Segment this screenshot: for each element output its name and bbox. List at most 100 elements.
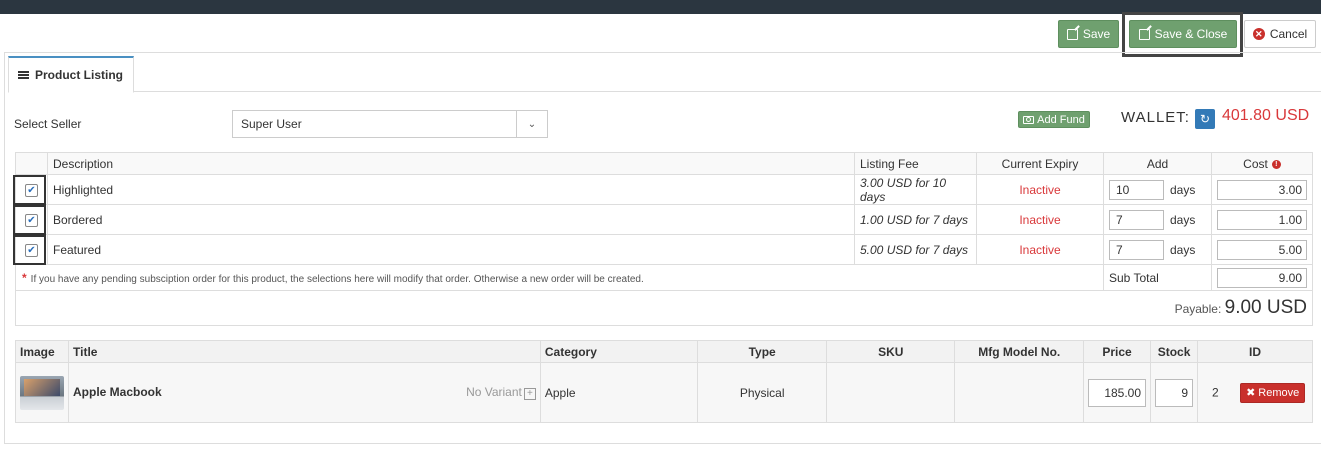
tab-product-listing[interactable]: Product Listing	[8, 56, 134, 93]
wallet-amount: 401.80 USD	[1222, 107, 1310, 124]
header-listing-fee: Listing Fee	[854, 152, 977, 175]
fee-description: Bordered	[47, 204, 855, 235]
header-id: ID	[1197, 340, 1313, 363]
save-and-close-button[interactable]: Save & Close	[1129, 20, 1237, 48]
product-stock-cell: 9	[1150, 362, 1199, 423]
tab-divider	[133, 91, 1321, 92]
cost-input[interactable]: 1.00	[1217, 209, 1307, 230]
header-title: Title	[68, 340, 541, 363]
fee-add-cell: 10 days	[1103, 174, 1212, 205]
product-type: Physical	[697, 362, 827, 423]
products-table: Image Title Category Type SKU Mfg Model …	[15, 340, 1313, 423]
add-fund-button[interactable]: Add Fund	[1018, 111, 1090, 128]
header-image: Image	[15, 340, 69, 363]
fee-cost-cell: 5.00	[1211, 234, 1313, 265]
fee-description: Featured	[47, 234, 855, 265]
pending-order-note: If you have any pending subsciption orde…	[30, 273, 644, 285]
header-description: Description	[47, 152, 855, 175]
fee-expiry-status: Inactive	[976, 174, 1104, 205]
checkbox-highlight	[13, 235, 46, 265]
fee-add-cell: 7 days	[1103, 204, 1212, 235]
listing-fees-table: Description Listing Fee Current Expiry A…	[13, 152, 1313, 326]
fee-listing-fee: 1.00 USD for 7 days	[854, 204, 977, 235]
fee-row-highlighted: ✔ Highlighted 3.00 USD for 10 days Inact…	[13, 174, 1313, 205]
no-variant[interactable]: No Variant +	[466, 385, 536, 400]
header-add: Add	[1103, 152, 1212, 175]
header-mfg-model: Mfg Model No.	[954, 340, 1085, 363]
add-fund-label: Add Fund	[1037, 113, 1085, 126]
subtotal-row: * If you have any pending subsciption ord…	[15, 264, 1313, 291]
plus-square-icon[interactable]: +	[523, 388, 536, 400]
cancel-button[interactable]: ✕ Cancel	[1244, 20, 1316, 48]
checkbox-highlight	[13, 205, 46, 235]
header-type: Type	[697, 340, 827, 363]
chevron-down-icon[interactable]: ⌄	[516, 111, 547, 137]
days-label: days	[1170, 182, 1196, 197]
payable-label: Payable:	[1174, 302, 1222, 316]
money-icon	[1023, 115, 1035, 124]
product-title: Apple Macbook	[73, 385, 162, 399]
product-price-cell: 185.00	[1083, 362, 1152, 423]
laptop-thumbnail	[20, 375, 64, 410]
info-icon: !	[1271, 159, 1281, 169]
checkbox-cell: ✔	[13, 234, 48, 265]
price-input[interactable]: 185.00	[1088, 378, 1147, 407]
header-sku: SKU	[825, 340, 956, 363]
product-sku	[825, 362, 956, 423]
header-current-expiry: Current Expiry	[976, 152, 1104, 175]
product-row: Apple Macbook No Variant + Apple Physical…	[15, 362, 1313, 423]
fee-cost-cell: 3.00	[1211, 174, 1313, 205]
note-asterisk: *	[22, 270, 27, 285]
refresh-icon[interactable]: ↻	[1195, 109, 1215, 129]
cost-input[interactable]: 5.00	[1217, 239, 1307, 260]
seller-selected-value: Super User	[241, 117, 302, 131]
subtotal-cell: 9.00	[1211, 264, 1313, 291]
fee-listing-fee: 3.00 USD for 10 days	[854, 174, 977, 205]
fee-add-cell: 7 days	[1103, 234, 1212, 265]
fee-listing-fee: 5.00 USD for 7 days	[854, 234, 977, 265]
panel-bottom-border	[4, 443, 1321, 444]
product-mfg-model	[954, 362, 1085, 423]
header-stock: Stock	[1150, 340, 1199, 363]
edit-icon	[1066, 28, 1078, 40]
checkbox-highlight	[13, 175, 46, 205]
no-variant-label: No Variant	[466, 385, 522, 399]
payable-amount: 9.00 USD	[1224, 297, 1307, 318]
cancel-button-label: Cancel	[1269, 27, 1308, 41]
list-icon	[18, 71, 29, 79]
days-label: days	[1170, 242, 1196, 257]
close-circle-icon: ✕	[1252, 28, 1265, 40]
stock-input[interactable]: 9	[1155, 378, 1194, 407]
product-image-cell	[15, 362, 69, 423]
save-button[interactable]: Save	[1058, 20, 1119, 48]
cost-input[interactable]: 3.00	[1217, 179, 1307, 200]
product-category: Apple	[539, 362, 699, 423]
remove-label: Remove	[1258, 386, 1300, 399]
checkbox-cell: ✔	[13, 174, 48, 205]
header-cost-label: Cost	[1243, 156, 1268, 171]
header-cost: Cost!	[1211, 152, 1313, 175]
product-id-cell: 2 ✖ Remove	[1197, 362, 1313, 423]
header-price: Price	[1083, 340, 1152, 363]
days-label: days	[1170, 212, 1196, 227]
fees-header-row: Description Listing Fee Current Expiry A…	[15, 152, 1313, 175]
select-seller-label: Select Seller	[14, 117, 82, 131]
product-id: 2	[1212, 385, 1219, 399]
header-category: Category	[539, 340, 699, 363]
days-input[interactable]: 10	[1109, 179, 1164, 200]
subtotal-input: 9.00	[1217, 267, 1307, 288]
fee-row-bordered: ✔ Bordered 1.00 USD for 7 days Inactive …	[13, 204, 1313, 235]
fee-expiry-status: Inactive	[976, 234, 1104, 265]
save-close-button-label: Save & Close	[1154, 27, 1228, 41]
days-input[interactable]: 7	[1109, 239, 1164, 260]
save-button-label: Save	[1082, 27, 1111, 41]
seller-select[interactable]: Super User ⌄	[232, 110, 548, 138]
note-cell: * If you have any pending subsciption ord…	[15, 264, 1104, 291]
tab-label: Product Listing	[35, 68, 123, 82]
days-input[interactable]: 7	[1109, 209, 1164, 230]
checkbox-cell: ✔	[13, 204, 48, 235]
fee-expiry-status: Inactive	[976, 204, 1104, 235]
remove-button[interactable]: ✖ Remove	[1240, 382, 1306, 403]
payable-row: Payable: 9.00 USD	[15, 290, 1313, 326]
edit-icon	[1138, 28, 1150, 40]
